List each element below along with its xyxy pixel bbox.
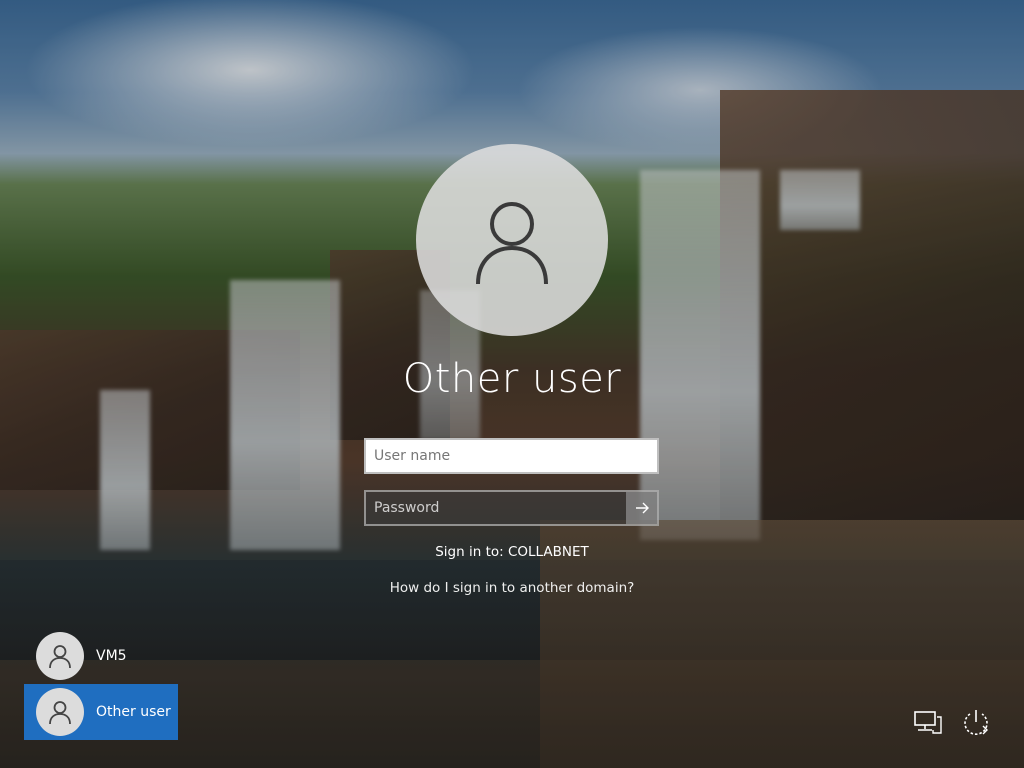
person-icon bbox=[49, 645, 71, 669]
user-tile-label: Other user bbox=[96, 704, 171, 720]
sign-in-domain-text: Sign in to: COLLABNET bbox=[435, 544, 589, 560]
power-button[interactable] bbox=[958, 704, 994, 740]
user-avatar-large bbox=[416, 144, 608, 336]
user-tile-other-user[interactable]: Other user bbox=[24, 684, 178, 740]
user-tile-vm5[interactable]: VM5 bbox=[24, 628, 178, 684]
person-icon bbox=[476, 202, 548, 285]
user-avatar bbox=[36, 632, 84, 680]
other-domain-link[interactable]: How do I sign in to another domain? bbox=[0, 580, 1024, 596]
network-button[interactable] bbox=[910, 704, 946, 740]
password-input[interactable] bbox=[366, 492, 626, 524]
arrow-right-icon bbox=[635, 502, 649, 514]
user-title: Other user bbox=[402, 356, 622, 402]
power-icon bbox=[964, 710, 988, 735]
network-icon bbox=[914, 711, 942, 734]
user-avatar bbox=[36, 688, 84, 736]
submit-button[interactable] bbox=[626, 492, 657, 524]
lock-screen: Other user Sign in to: COLLABNET How do … bbox=[0, 0, 1024, 768]
password-row bbox=[364, 490, 659, 526]
person-icon bbox=[49, 701, 71, 725]
username-input[interactable] bbox=[364, 438, 659, 474]
user-tile-label: VM5 bbox=[96, 648, 127, 664]
